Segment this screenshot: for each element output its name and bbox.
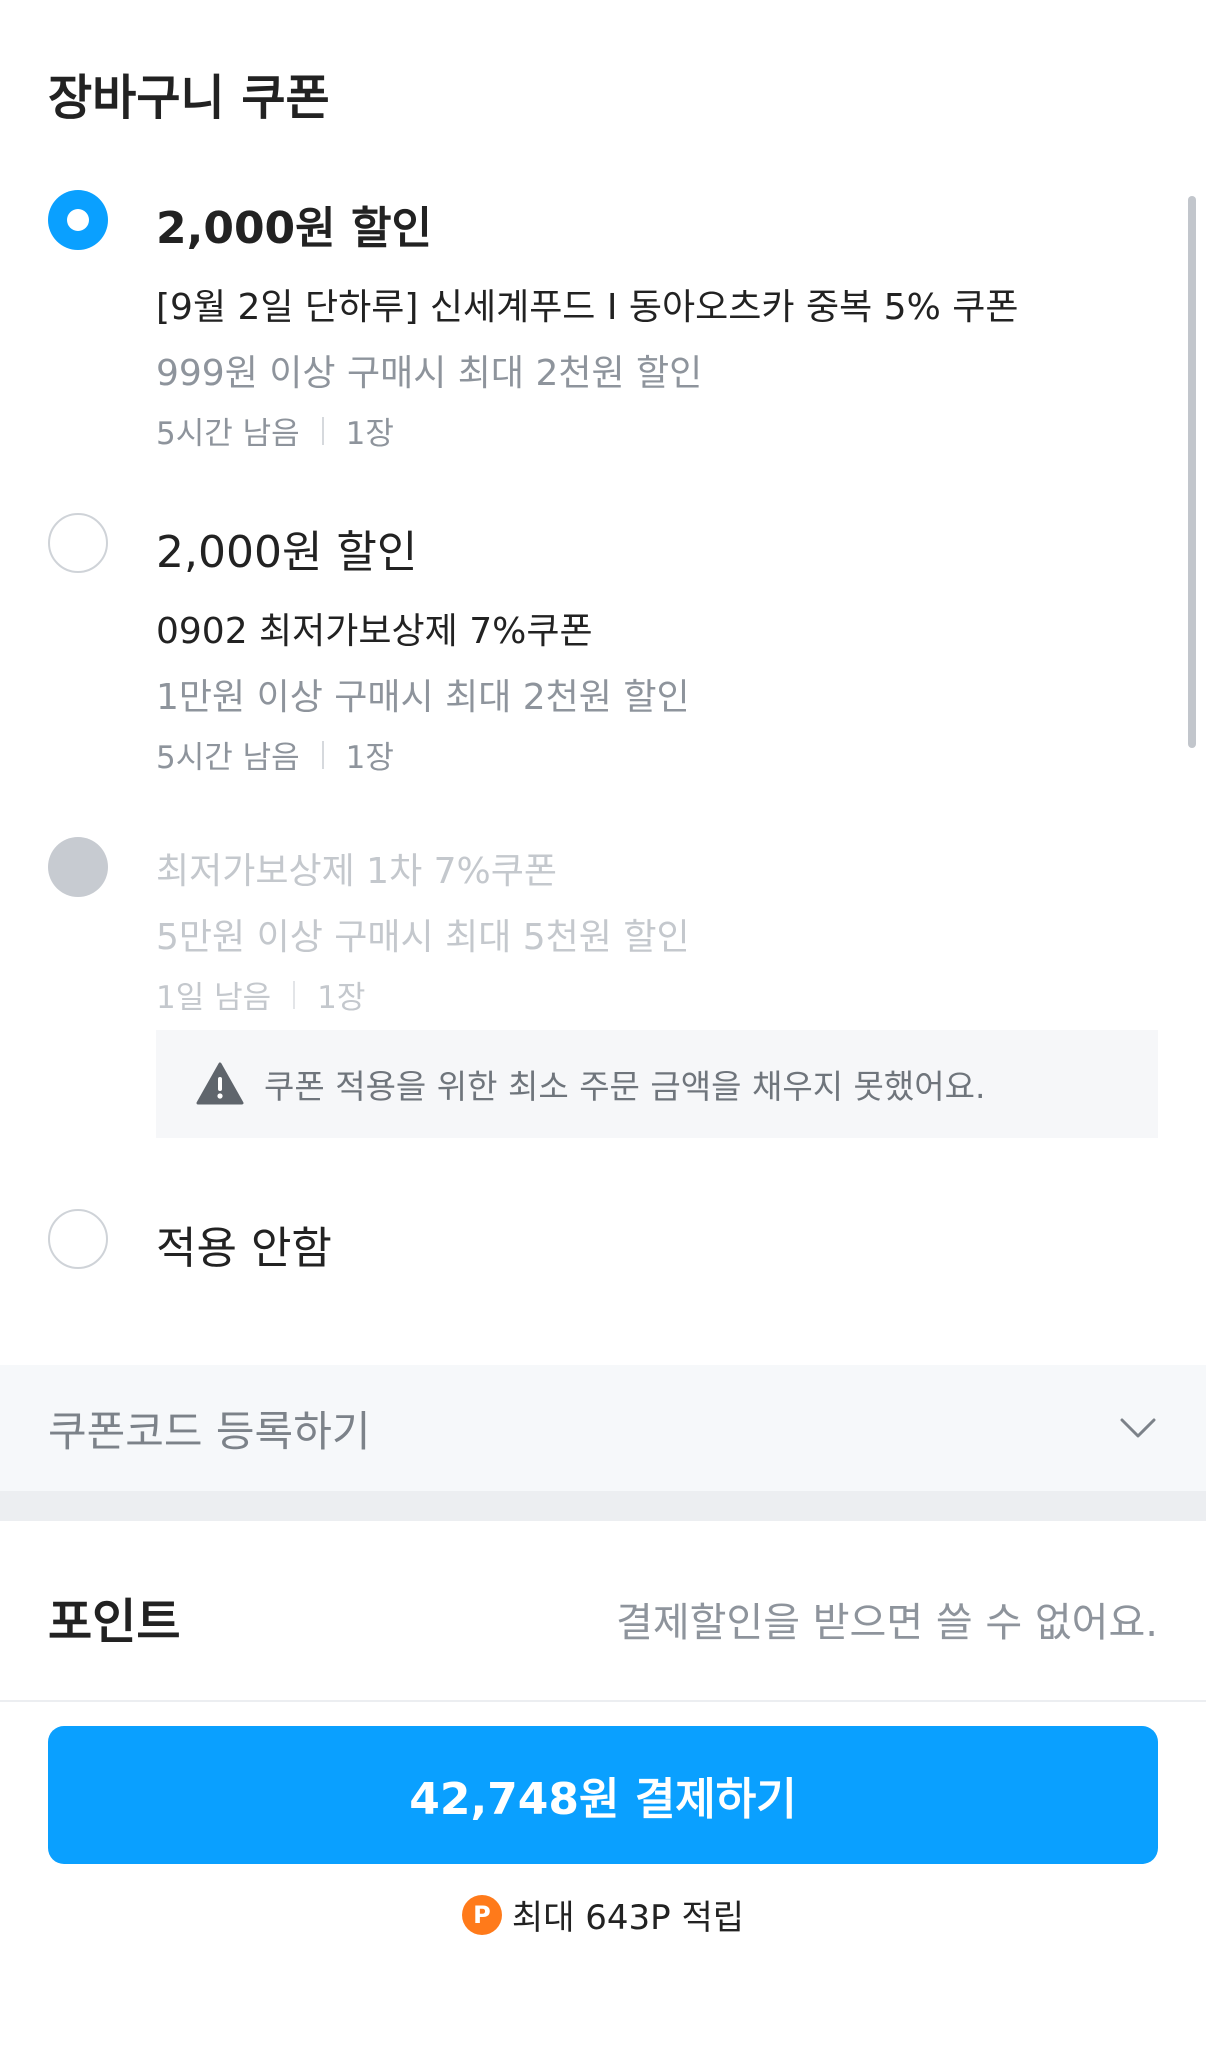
coupon-condition: 5만원 이상 구매시 최대 5천원 할인 [156,917,690,958]
section-divider [0,1491,1206,1521]
coupon-meta: 5시간 남음 1장 [156,732,394,777]
coupon-code-label: 쿠폰코드 등록하기 [48,1406,371,1456]
points-title: 포인트 [48,1594,181,1650]
coupon-meta: 1일 남음 1장 [156,972,365,1017]
coupon-meta: 5시간 남음 1장 [156,408,394,453]
points-note: 결제할인을 받으면 쓸 수 없어요. [616,1600,1158,1646]
chevron-down-icon [1120,1418,1156,1438]
pay-button[interactable]: 42,748원 결제하기 [48,1726,1158,1864]
coupon-name: [9월 2일 단하루] 신세계푸드 I 동아오츠카 중복 5% 쿠폰 [156,287,1019,328]
coupon-condition: 1만원 이상 구매시 최대 2천원 할인 [156,677,690,718]
point-badge-icon: P [461,1894,502,1935]
scrollbar[interactable] [1188,196,1196,748]
warning-text: 쿠폰 적용을 위한 최소 주문 금액을 채우지 못했어요. [264,1067,986,1106]
radio-selected-icon[interactable] [48,190,108,250]
meta-divider [321,740,324,769]
coupon-amount: 2,000원 할인 [156,527,418,578]
coupon-condition: 999원 이상 구매시 최대 2천원 할인 [156,353,703,394]
points-section: 포인트 결제할인을 받으면 쓸 수 없어요. [0,1560,1206,1670]
meta-divider [321,416,324,445]
coupon-remaining: 1일 남음 [156,980,272,1016]
coupon-count: 1장 [345,416,394,452]
cart-coupon-sheet: 장바구니 쿠폰 2,000원 할인 [9월 2일 단하루] 신세계푸드 I 동아… [0,0,1206,2068]
radio-unselected-icon[interactable] [48,1209,108,1269]
warning-icon [196,1062,244,1105]
coupon-name: 최저가보상제 1차 7%쿠폰 [156,851,557,892]
points-earn-info: P 최대 643P 적립 [0,1890,1206,1939]
footer-divider [0,1700,1206,1702]
coupon-count: 1장 [317,980,366,1016]
points-earn-text: 최대 643P 적립 [511,1898,745,1938]
meta-divider [293,980,296,1009]
coupon-remaining: 5시간 남음 [156,416,300,452]
section-title: 장바구니 쿠폰 [48,70,330,126]
radio-unselected-icon[interactable] [48,513,108,573]
coupon-code-toggle[interactable]: 쿠폰코드 등록하기 [0,1365,1206,1491]
coupon-remaining: 5시간 남음 [156,740,300,776]
coupon-name: 0902 최저가보상제 7%쿠폰 [156,611,593,652]
min-order-warning: 쿠폰 적용을 위한 최소 주문 금액을 채우지 못했어요. [156,1030,1158,1138]
coupon-count: 1장 [345,740,394,776]
no-apply-label: 적용 안함 [156,1223,332,1274]
coupon-amount: 2,000원 할인 [156,203,432,254]
radio-disabled-icon [48,837,108,897]
